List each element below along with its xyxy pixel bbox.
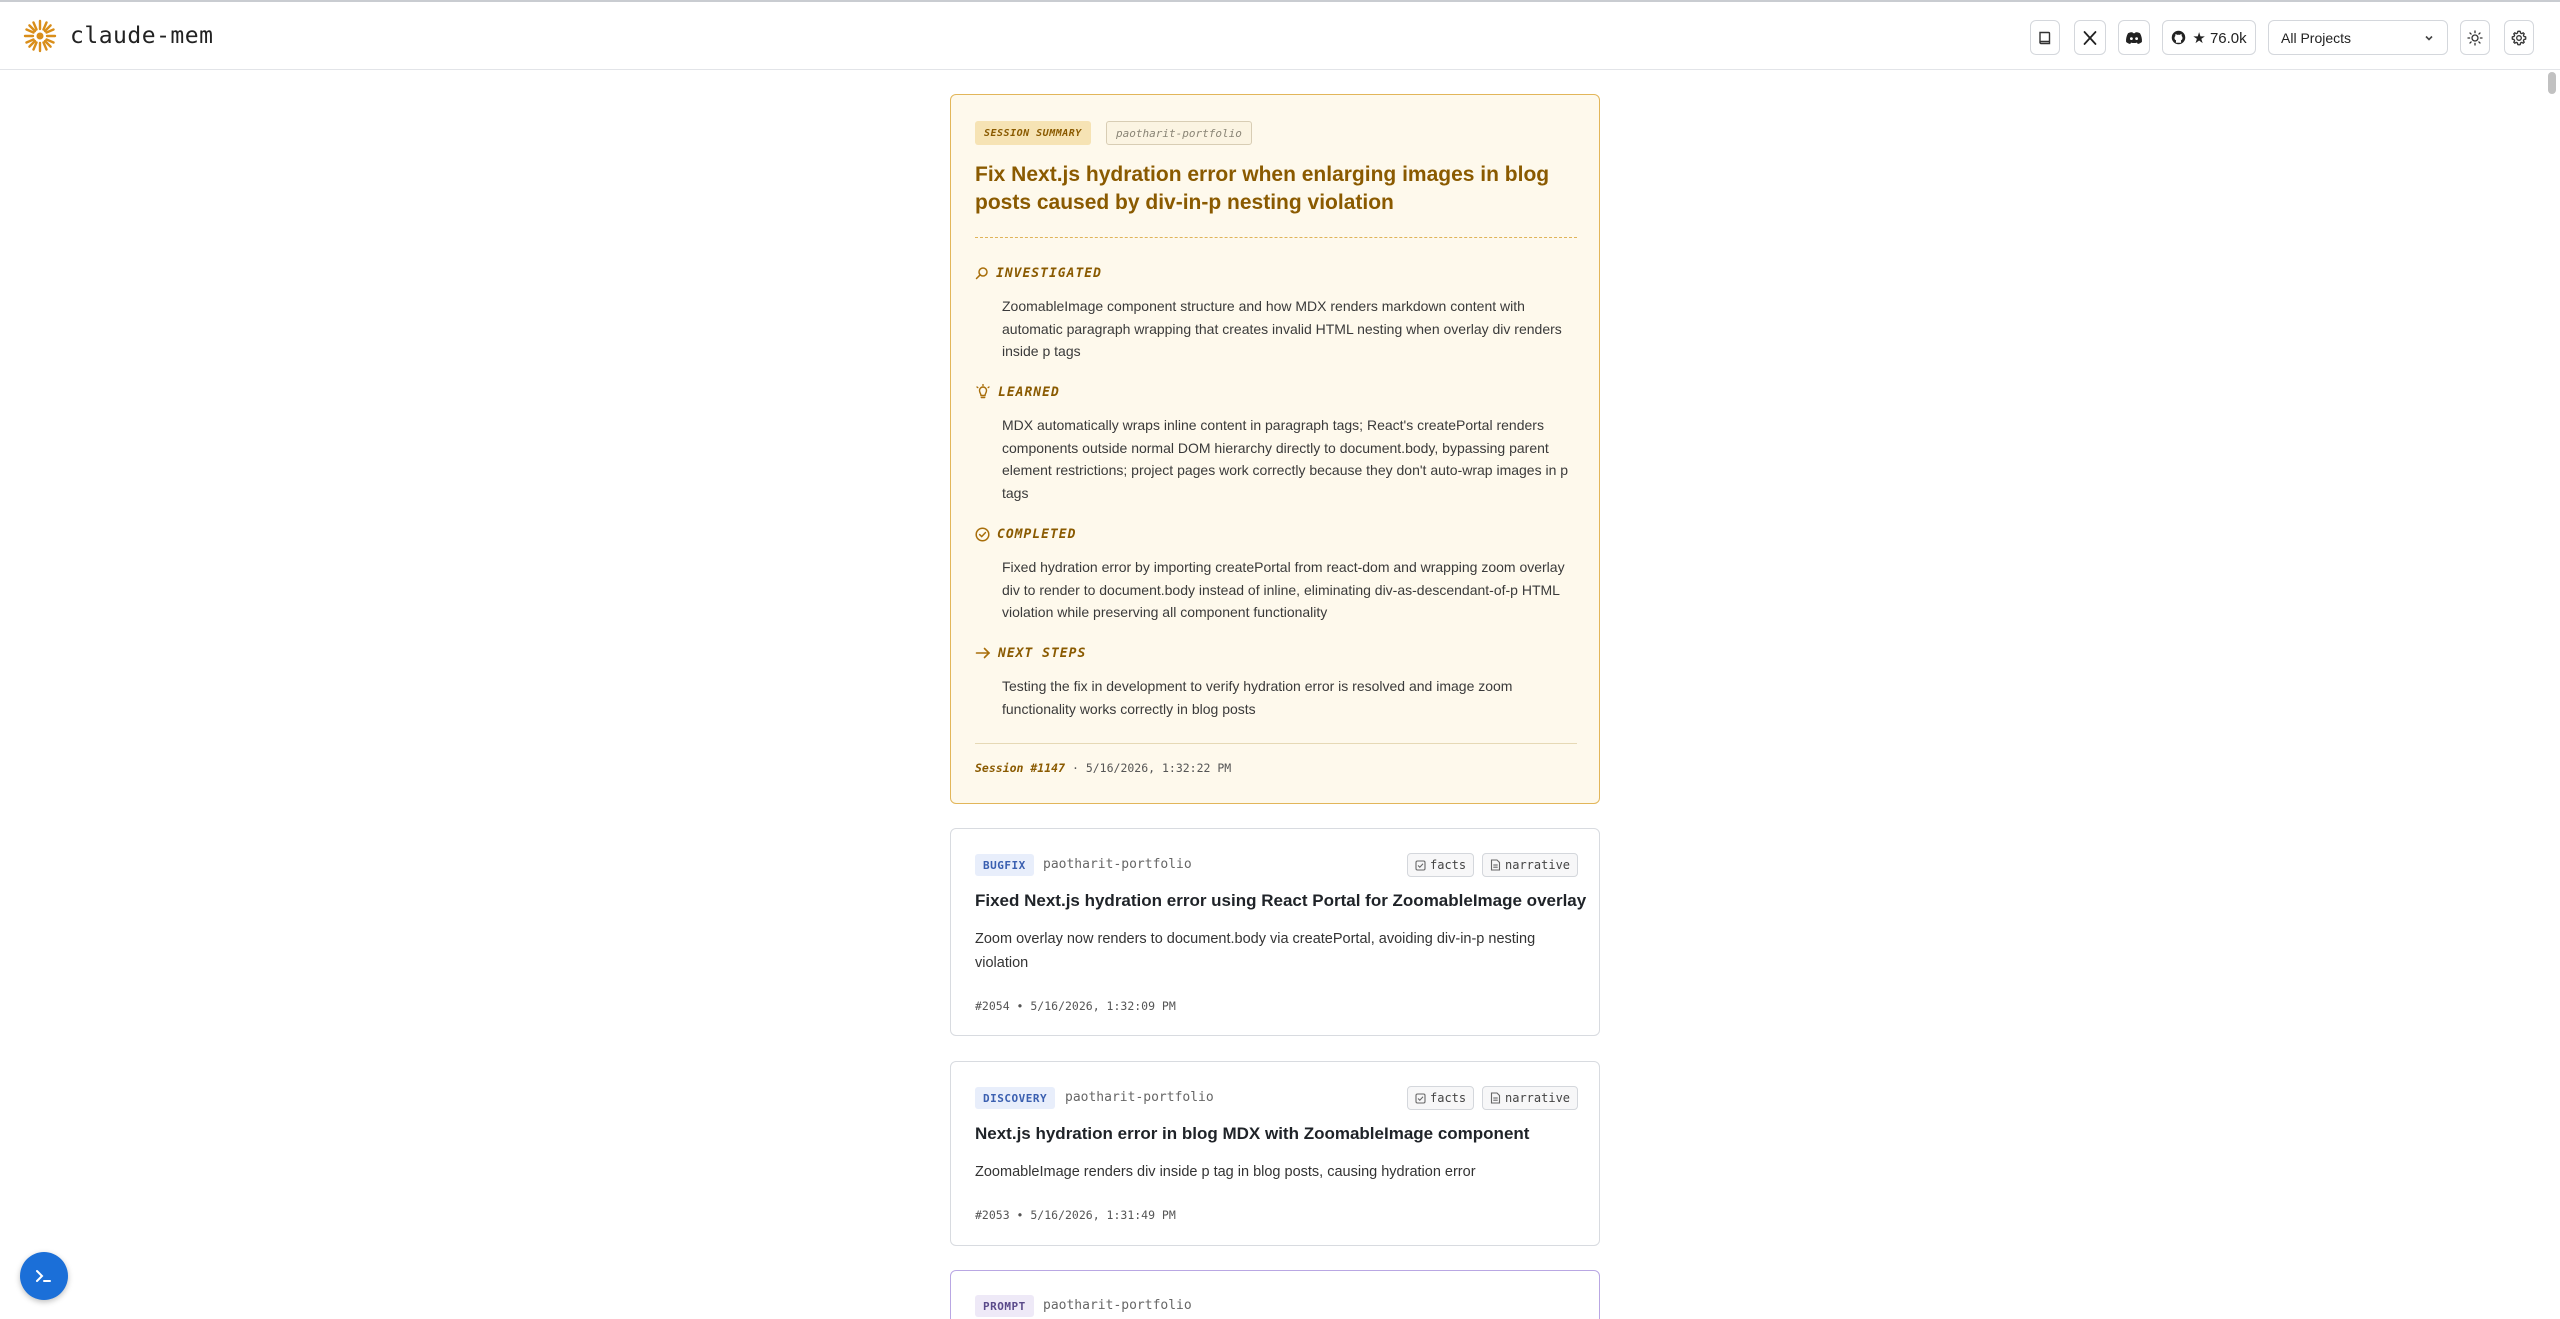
next-steps-heading: NEXT STEPS <box>975 643 1086 663</box>
github-stars-button[interactable]: ★ 76.0k <box>2162 20 2256 55</box>
terminal-icon <box>36 1270 51 1282</box>
project-name: paotharit-portfolio <box>1065 1090 1214 1105</box>
type-badge: BUGFIX <box>975 854 1034 876</box>
checkbox-icon <box>1415 859 1426 871</box>
sun-icon <box>2467 29 2483 46</box>
observation-card[interactable]: BUGFIX paotharit-portfolio facts narrati… <box>950 828 1600 1036</box>
observation-card[interactable]: DISCOVERY paotharit-portfolio facts narr… <box>950 1061 1600 1246</box>
observation-subtitle: Zoom overlay now renders to document.bod… <box>975 931 1536 971</box>
completed-text: Fixed hydration error by importing creat… <box>1002 559 1565 620</box>
search-icon <box>975 267 988 280</box>
app-name: claude-mem <box>70 23 214 49</box>
divider <box>975 237 1577 238</box>
document-icon <box>1490 1092 1501 1104</box>
learned-text: MDX automatically wraps inline content i… <box>1002 417 1569 501</box>
discord-icon <box>2126 31 2142 44</box>
learned-heading: LEARNED <box>975 382 1060 402</box>
document-icon <box>1490 859 1501 871</box>
github-icon <box>2172 30 2186 45</box>
check-circle-icon <box>975 526 990 542</box>
checkbox-icon <box>1415 1092 1426 1104</box>
summary-title: Fix Next.js hydration error when enlargi… <box>975 163 1550 214</box>
type-badge: DISCOVERY <box>975 1087 1056 1109</box>
facts-toggle[interactable]: facts <box>1407 853 1475 877</box>
narrative-toggle[interactable]: narrative <box>1482 1086 1579 1110</box>
observation-meta: #2053 • 5/16/2026, 1:31:49 PM <box>975 1208 1176 1222</box>
brand[interactable]: claude-mem <box>22 18 213 54</box>
investigated-heading: INVESTIGATED <box>975 263 1102 283</box>
arrow-right-icon <box>975 647 991 659</box>
project-select-value: All Projects <box>2281 29 2352 46</box>
session-id: Session #1147 <box>975 761 1066 775</box>
session-footer: Session #1147 · 5/16/2026, 1:32:22 PM <box>975 761 1232 775</box>
theme-toggle-button[interactable] <box>2460 20 2490 55</box>
observation-title: Fixed Next.js hydration error using Reac… <box>975 891 1587 910</box>
settings-button[interactable] <box>2504 20 2534 55</box>
session-summary-card: SESSION SUMMARY paotharit-portfolio Fix … <box>950 94 1600 804</box>
observation-title: Next.js hydration error in blog MDX with… <box>975 1124 1530 1143</box>
discord-button[interactable] <box>2118 20 2150 55</box>
project-select[interactable]: All Projects <box>2268 20 2448 55</box>
project-name: paotharit-portfolio <box>1043 857 1192 872</box>
sunburst-logo-icon <box>23 19 57 53</box>
github-star-count: ★ 76.0k <box>2192 29 2247 47</box>
docs-button[interactable] <box>2030 20 2060 55</box>
gear-icon <box>2511 30 2527 45</box>
x-social-button[interactable] <box>2074 20 2106 55</box>
investigated-text: ZoomableImage component structure and ho… <box>1002 298 1562 359</box>
chevron-down-icon <box>2425 35 2433 41</box>
lightbulb-icon <box>976 384 990 399</box>
console-button[interactable] <box>20 1252 68 1300</box>
divider <box>975 743 1577 744</box>
book-icon <box>2039 31 2051 44</box>
session-summary-badge: SESSION SUMMARY <box>975 121 1091 145</box>
type-badge: PROMPT <box>975 1295 1034 1317</box>
prompt-card[interactable]: PROMPT paotharit-portfolio <box>950 1270 1600 1319</box>
narrative-toggle[interactable]: narrative <box>1482 853 1579 877</box>
project-name: paotharit-portfolio <box>1043 1298 1192 1313</box>
project-tag: paotharit-portfolio <box>1106 121 1252 145</box>
session-timestamp: 5/16/2026, 1:32:22 PM <box>1085 761 1232 775</box>
facts-toggle[interactable]: facts <box>1407 1086 1475 1110</box>
page-scrollbar[interactable] <box>2548 72 2556 94</box>
observation-meta: #2054 • 5/16/2026, 1:32:09 PM <box>975 999 1176 1013</box>
x-logo-icon <box>2083 30 2097 45</box>
next-steps-text: Testing the fix in development to verify… <box>1002 678 1513 717</box>
completed-heading: COMPLETED <box>975 524 1076 544</box>
top-bar: claude-mem ★ 76.0k All Projects <box>0 0 2560 70</box>
observation-subtitle: ZoomableImage renders div inside p tag i… <box>975 1164 1476 1180</box>
